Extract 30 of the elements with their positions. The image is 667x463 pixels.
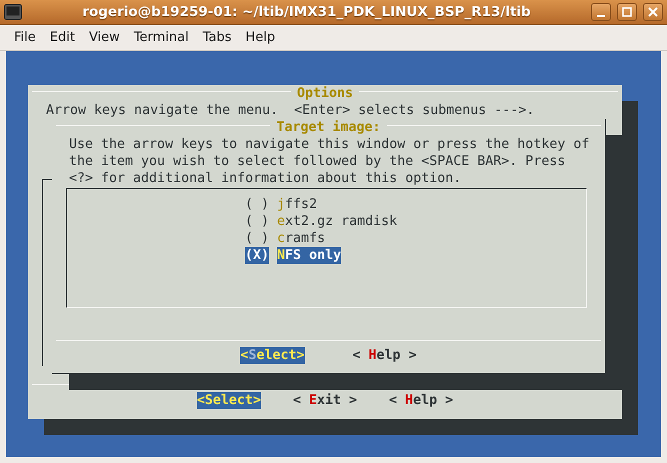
hint-text: Arrow keys navigate the menu. <Enter> selects submenus --->.	[46, 102, 536, 119]
option-label[interactable]: ext2.gz ramdisk	[277, 213, 398, 230]
maximize-button[interactable]	[617, 3, 637, 21]
terminal-button[interactable]: < Exit >	[292, 392, 358, 409]
radio-marker[interactable]: ( )	[245, 230, 270, 247]
window-title: rogerio@b19259-01: ~/ltib/IMX31_PDK_LINUX_BSP_R13/ltib	[81, 4, 532, 20]
terminal-button[interactable]: <Select>	[196, 392, 261, 409]
menu-item[interactable]: Terminal	[128, 28, 195, 47]
minimize-icon	[597, 15, 605, 17]
terminal-icon	[4, 4, 22, 20]
radio-marker[interactable]: (X)	[245, 247, 270, 264]
dialog-title: Target image:	[270, 119, 387, 136]
menu-item[interactable]: File	[8, 28, 42, 47]
terminal-button[interactable]: < Help >	[389, 392, 454, 409]
dialog-title: Options	[290, 85, 360, 102]
terminal-button[interactable]: <Select>	[240, 347, 304, 364]
option-label[interactable]: cramfs	[277, 230, 326, 247]
maximize-icon	[622, 7, 632, 17]
option-label[interactable]: NFS only	[277, 247, 342, 264]
menu-item[interactable]: View	[82, 28, 126, 47]
radio-marker[interactable]: ( )	[245, 196, 270, 213]
radio-marker[interactable]: ( )	[245, 213, 270, 230]
menu-item[interactable]: Edit	[44, 28, 81, 47]
close-icon	[648, 7, 658, 17]
minimize-button[interactable]	[591, 3, 611, 21]
instructions-text: Use the arrow keys to navigate this window or press the hotkey of the item you wish to select followed by the <SPACE BAR>. Press <?> for additional information about this option.	[69, 136, 590, 187]
menu-item[interactable]: Help	[240, 28, 282, 47]
terminal-button[interactable]: < Help >	[352, 347, 417, 364]
menu-item[interactable]: Tabs	[196, 28, 238, 47]
close-button[interactable]	[643, 3, 663, 21]
